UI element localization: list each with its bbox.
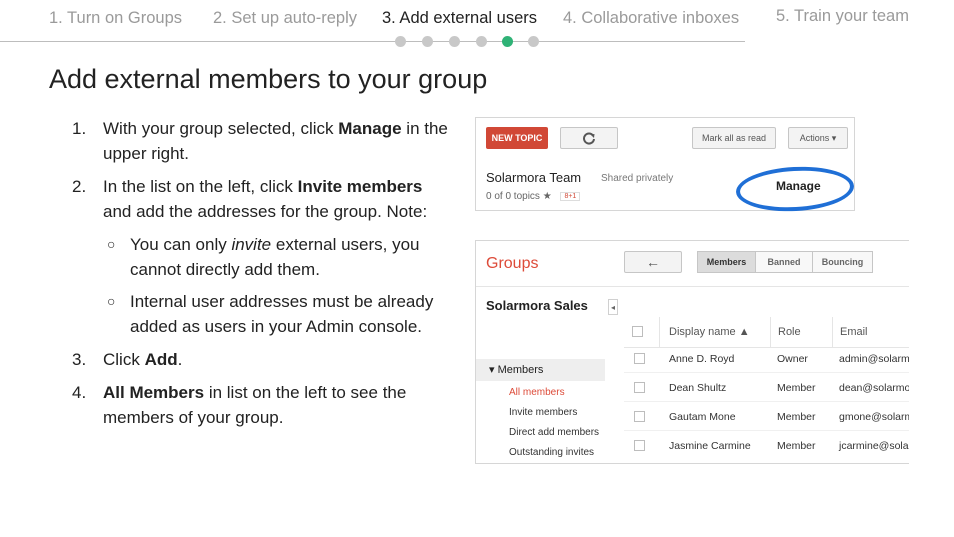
- step-4-collaborative-inboxes[interactable]: 4. Collaborative inboxes: [563, 9, 739, 28]
- back-arrow-icon: ←: [646, 254, 660, 270]
- sidebar-item-outstanding-invites[interactable]: Outstanding invites: [509, 447, 594, 458]
- tab-bouncing[interactable]: Bouncing: [812, 251, 873, 273]
- member-email: gmone@solarmora.com: [839, 411, 909, 423]
- topic-count: 0 of 0 topics ★ 8+1: [486, 191, 581, 202]
- progress-dot-1[interactable]: [395, 36, 406, 47]
- column-display-name[interactable]: Display name ▲: [669, 317, 750, 347]
- row-checkbox[interactable]: [634, 382, 645, 393]
- instruction-text: .: [177, 350, 183, 369]
- instruction-step-2: 2. In the list on the left, click Invite…: [72, 174, 452, 339]
- instruction-step-4: 4. All Members in list on the left to se…: [72, 380, 452, 430]
- note-emphasis: invite: [231, 235, 272, 254]
- progress-dot-5-current[interactable]: [502, 36, 513, 47]
- back-button[interactable]: ←: [624, 251, 682, 273]
- member-name: Dean Shultz: [669, 382, 727, 394]
- progress-dot-6[interactable]: [528, 36, 539, 47]
- instruction-keyword: Manage: [338, 119, 402, 138]
- select-all-checkbox[interactable]: [632, 326, 643, 337]
- step-5-train-team[interactable]: 5. Train your team: [776, 7, 909, 26]
- step-number: 2.: [72, 177, 87, 196]
- collapse-sidebar-icon[interactable]: ◂: [608, 299, 618, 315]
- instruction-keyword: Add: [144, 350, 178, 369]
- progress-dot-2[interactable]: [422, 36, 433, 47]
- step-navigation: 1. Turn on Groups 2. Set up auto-reply 3…: [0, 0, 954, 47]
- steps-divider: [0, 41, 745, 42]
- sidebar-members-section[interactable]: ▾ Members: [476, 359, 605, 381]
- column-separator: [832, 317, 833, 347]
- progress-dot-3[interactable]: [449, 36, 460, 47]
- column-role[interactable]: Role: [778, 317, 801, 347]
- actions-dropdown[interactable]: Actions ▾: [788, 127, 848, 149]
- topic-count-text: 0 of 0 topics ★: [486, 191, 552, 202]
- member-name: Jasmine Carmine: [669, 440, 751, 452]
- tab-banned[interactable]: Banned: [755, 251, 813, 273]
- step-2-auto-reply[interactable]: 2. Set up auto-reply: [213, 9, 357, 28]
- circle-bullet-icon: ○: [107, 236, 116, 252]
- manage-button[interactable]: Manage: [776, 179, 821, 193]
- tab-members[interactable]: Members: [697, 251, 756, 273]
- refresh-button[interactable]: [560, 127, 618, 149]
- member-role: Member: [777, 411, 816, 423]
- groups-title[interactable]: Groups: [486, 255, 538, 273]
- sidebar-members-label: ▾ Members: [489, 364, 544, 376]
- member-name: Anne D. Royd: [669, 353, 735, 365]
- instruction-notes: ○ You can only invite external users, yo…: [103, 232, 452, 339]
- row-divider: [624, 430, 909, 431]
- column-separator: [770, 317, 771, 347]
- sidebar-item-all-members[interactable]: All members: [509, 387, 565, 398]
- refresh-icon: [583, 132, 595, 145]
- note-item: ○ You can only invite external users, yo…: [103, 232, 452, 282]
- sidebar-item-invite-members[interactable]: Invite members: [509, 407, 577, 418]
- member-email: jcarmine@solarmora.com: [839, 440, 909, 452]
- new-topic-button[interactable]: NEW TOPIC: [486, 127, 548, 149]
- member-email: admin@solarmora.com: [839, 353, 909, 365]
- row-checkbox[interactable]: [634, 353, 645, 364]
- instruction-step-1: 1. With your group selected, click Manag…: [72, 116, 452, 166]
- member-email: dean@solarmora.com: [839, 382, 909, 394]
- row-divider: [624, 401, 909, 402]
- header-rule: [624, 347, 909, 348]
- page-title: Add external members to your group: [49, 64, 488, 94]
- selected-group-name: Solarmora Sales: [486, 298, 588, 313]
- sidebar-item-direct-add[interactable]: Direct add members: [509, 427, 599, 438]
- step-number: 1.: [72, 119, 87, 138]
- note-item: ○ Internal user addresses must be alread…: [103, 289, 452, 339]
- instruction-text: With your group selected, click: [103, 119, 339, 138]
- member-role: Member: [777, 440, 816, 452]
- member-role: Owner: [777, 353, 808, 365]
- step-1-turn-on-groups[interactable]: 1. Turn on Groups: [49, 9, 182, 28]
- progress-dot-4[interactable]: [476, 36, 487, 47]
- column-email[interactable]: Email: [840, 317, 868, 347]
- instruction-text: Click: [103, 350, 145, 369]
- instruction-keyword: Invite members: [297, 177, 423, 196]
- step-number: 3.: [72, 350, 87, 369]
- row-checkbox[interactable]: [634, 440, 645, 451]
- member-tabs: Members Banned Bouncing: [697, 251, 873, 273]
- gplus-button[interactable]: 8+1: [560, 192, 581, 201]
- group-toolbar-screenshot: NEW TOPIC Mark all as read Actions ▾ Sol…: [475, 117, 856, 215]
- instruction-text: In the list on the left, click: [103, 177, 298, 196]
- step-3-add-external-users[interactable]: 3. Add external users: [382, 9, 537, 28]
- instruction-step-3: 3. Click Add.: [72, 347, 452, 372]
- step-number: 4.: [72, 383, 87, 402]
- instruction-keyword: All Members: [103, 383, 205, 402]
- members-screenshot: Groups ← Members Banned Bouncing Solarmo…: [475, 240, 909, 464]
- mark-all-read-button[interactable]: Mark all as read: [692, 127, 776, 149]
- row-divider: [624, 372, 909, 373]
- instruction-list: 1. With your group selected, click Manag…: [72, 116, 452, 438]
- note-text: You can only: [130, 235, 232, 254]
- member-name: Gautam Mone: [669, 411, 736, 423]
- column-separator: [659, 317, 660, 347]
- header-divider: [476, 286, 909, 287]
- group-name[interactable]: Solarmora Team: [486, 170, 581, 185]
- sharing-status: Shared privately: [601, 173, 674, 184]
- circle-bullet-icon: ○: [107, 293, 116, 309]
- note-text: Internal user addresses must be already …: [130, 292, 434, 336]
- row-checkbox[interactable]: [634, 411, 645, 422]
- instruction-text: and add the addresses for the group. Not…: [103, 202, 428, 221]
- member-role: Member: [777, 382, 816, 394]
